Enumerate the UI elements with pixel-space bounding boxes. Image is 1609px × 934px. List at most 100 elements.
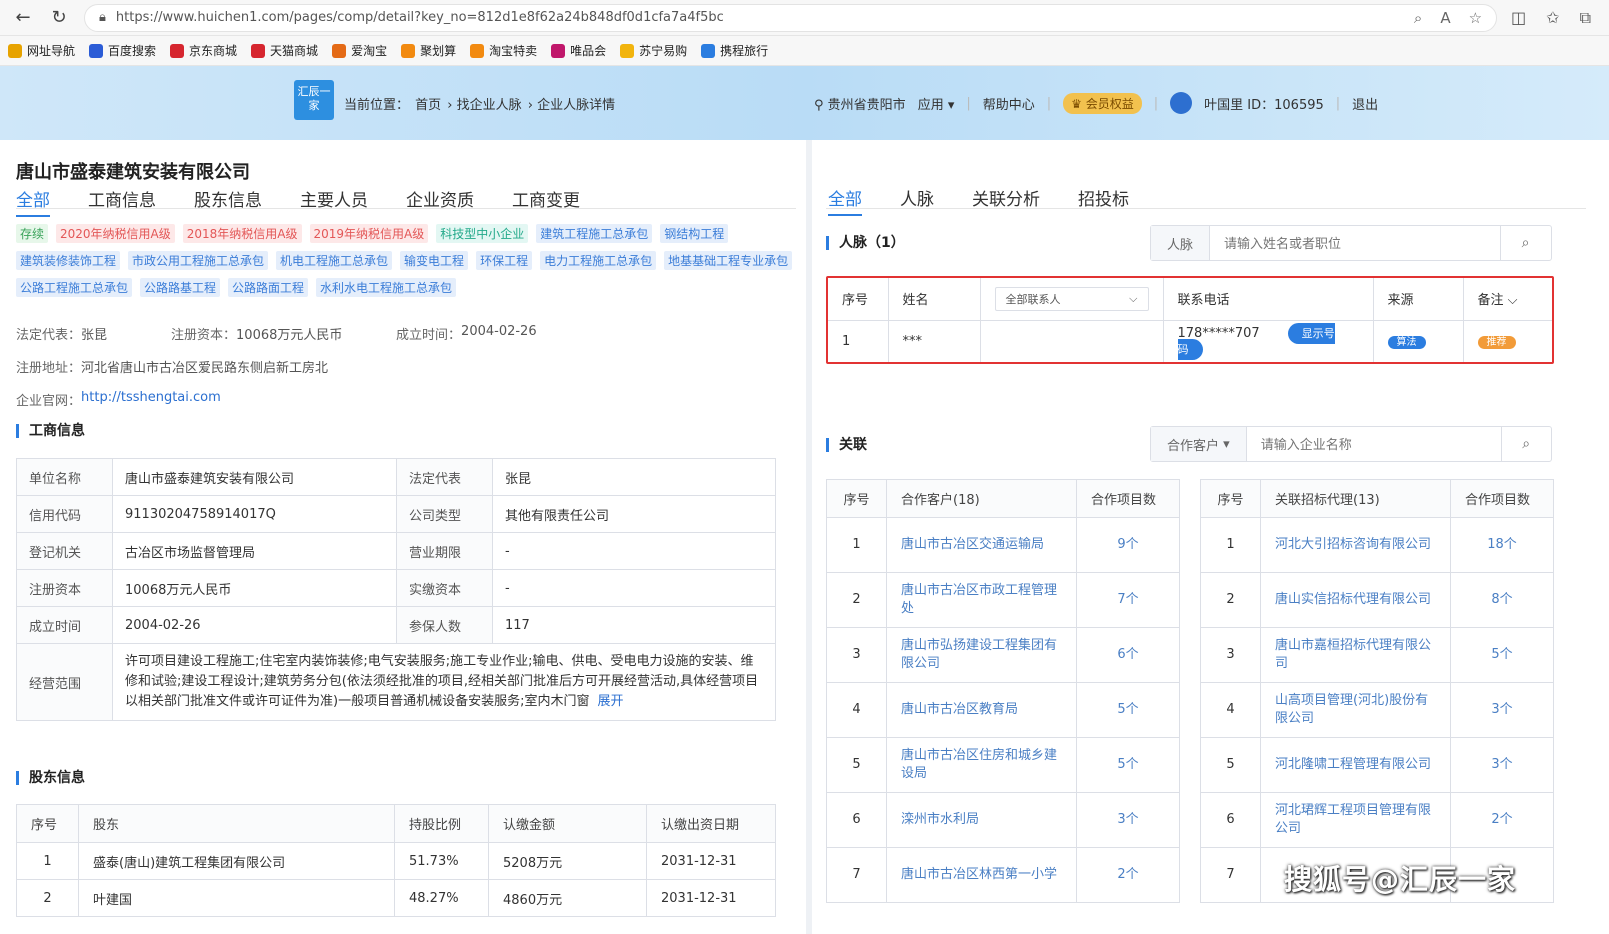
location-link[interactable]: ⚲ 贵州省贵阳市 (814, 94, 906, 113)
website-link[interactable]: http://tsshengtai.com (81, 390, 221, 409)
bookmark-item[interactable]: 聚划算 (401, 42, 456, 59)
company-tag[interactable]: 水利水电工程施工总承包 (316, 278, 457, 297)
company-tag[interactable]: 机电工程施工总承包 (276, 251, 393, 270)
url-text[interactable]: https://www.huichen1.com/pages/comp/deta… (116, 10, 1404, 25)
divider: | (966, 95, 971, 111)
crumb-home[interactable]: 首页 (415, 98, 441, 113)
field-label: 成立时间 (16, 606, 113, 644)
contact-filter-select[interactable]: 全部联系人 ⌵ (994, 286, 1149, 311)
split-screen-icon[interactable]: ◫ (1511, 8, 1526, 28)
company-tag[interactable]: 公路路基工程 (140, 278, 221, 297)
project-count[interactable]: 3个 (1450, 682, 1554, 738)
tab-company-4[interactable]: 企业资质 (406, 186, 474, 217)
related-company-link[interactable]: 唐山市弘扬建设工程集团有限公司 (886, 627, 1077, 683)
project-count[interactable]: 5个 (1450, 627, 1554, 683)
related-company-link[interactable]: 山高项目管理(河北)股份有限公司 (1260, 682, 1451, 738)
project-count[interactable]: 18个 (1450, 517, 1554, 573)
site-logo[interactable]: 汇辰一家 (294, 80, 334, 120)
tab-company-0[interactable]: 全部 (16, 186, 50, 217)
search-icon[interactable]: ⌕ (1500, 427, 1551, 461)
bookmark-item[interactable]: 携程旅行 (701, 42, 768, 59)
bookmark-item[interactable]: 爱淘宝 (332, 42, 387, 59)
company-tag[interactable]: 环保工程 (476, 251, 533, 270)
search-icon[interactable]: ⌕ (1500, 226, 1550, 260)
bookmark-item[interactable]: 网址导航 (8, 42, 75, 59)
related-company-link[interactable]: 河北隆啸工程管理有限公司 (1260, 737, 1451, 793)
company-tag[interactable]: 建筑工程施工总承包 (536, 224, 653, 243)
company-tag[interactable]: 2020年纳税信用A级 (56, 224, 175, 243)
tab-right-3[interactable]: 招投标 (1078, 185, 1129, 216)
tab-company-2[interactable]: 股东信息 (194, 186, 262, 217)
project-count[interactable]: 5个 (1076, 737, 1180, 793)
contacts-search-input[interactable] (1210, 226, 1501, 260)
bookmark-item[interactable]: 百度搜索 (89, 42, 156, 59)
project-count[interactable]: 2个 (1076, 847, 1180, 903)
crumb-find-contacts[interactable]: 找企业人脉 (457, 98, 522, 113)
column-header: 合作项目数 (1450, 479, 1554, 518)
avatar[interactable] (1170, 92, 1193, 114)
tab-company-1[interactable]: 工商信息 (88, 186, 156, 217)
tab-right-2[interactable]: 关联分析 (972, 185, 1040, 216)
refresh-icon[interactable]: ↻ (48, 7, 70, 29)
relations-search-type[interactable]: 合作客户 ▾ (1151, 427, 1247, 461)
collections-icon[interactable]: ⧉ (1580, 8, 1591, 28)
company-tag[interactable]: 公路路面工程 (228, 278, 309, 297)
help-center-link[interactable]: 帮助中心 (983, 94, 1035, 113)
bookmark-item[interactable]: 天猫商城 (251, 42, 318, 59)
company-tag[interactable]: 2018年纳税信用A级 (182, 224, 302, 243)
apps-menu[interactable]: 应用 ▾ (918, 94, 955, 113)
related-company-link[interactable]: 唐山市嘉桓招标代理有限公司 (1260, 627, 1451, 683)
related-company-link[interactable]: 唐山市古冶区住房和城乡建设局 (886, 737, 1077, 793)
zoom-icon[interactable]: ⌕ (1414, 9, 1422, 27)
favorite-star-icon[interactable]: ☆ (1469, 9, 1482, 27)
related-company-link[interactable]: 滦州市水利局 (886, 792, 1077, 848)
bookmark-item[interactable]: 淘宝特卖 (470, 42, 537, 59)
related-company-link[interactable]: 唐山市古冶区教育局 (886, 682, 1077, 738)
related-company-link[interactable]: 唐山市古冶区交通运输局 (886, 517, 1077, 573)
project-count[interactable]: 9个 (1076, 517, 1180, 573)
bookmark-item[interactable]: 苏宁易购 (620, 42, 687, 59)
related-company-link[interactable]: 河北大引招标咨询有限公司 (1260, 517, 1451, 573)
chevron-down-icon: ⌵ (1507, 293, 1518, 309)
project-count[interactable]: 8个 (1450, 572, 1554, 628)
company-tag[interactable]: 地基基础工程专业承包 (664, 251, 793, 270)
contacts-search-type[interactable]: 人脉 (1151, 226, 1211, 260)
company-tag[interactable]: 科技型中小企业 (436, 224, 529, 243)
table-cell[interactable]: 盛泰(唐山)建筑工程集团有限公司 (78, 842, 395, 880)
back-icon[interactable]: ← (12, 7, 34, 29)
table-cell[interactable]: 叶建国 (78, 879, 395, 917)
logout-link[interactable]: 退出 (1352, 94, 1378, 113)
related-company-link[interactable]: 唐山实信招标代理有限公司 (1260, 572, 1451, 628)
tab-right-0[interactable]: 全部 (828, 185, 862, 216)
company-tag[interactable]: 公路工程施工总承包 (16, 278, 133, 297)
relations-search-input[interactable] (1246, 427, 1501, 461)
project-count[interactable]: 3个 (1450, 737, 1554, 793)
expand-link[interactable]: 展开 (597, 694, 623, 709)
tab-right-1[interactable]: 人脉 (900, 185, 934, 216)
company-tag[interactable]: 输变电工程 (400, 251, 469, 270)
company-tag[interactable]: 存续 (16, 224, 49, 243)
address-bar[interactable]: 🔒︎ https://www.huichen1.com/pages/comp/d… (84, 3, 1498, 32)
company-tag[interactable]: 建筑装修装饰工程 (16, 251, 121, 270)
project-count[interactable]: 6个 (1076, 627, 1180, 683)
related-company-link[interactable]: 唐山市古冶区林西第一小学 (886, 847, 1077, 903)
favorites-icon[interactable]: ✩ (1546, 8, 1559, 28)
project-count[interactable]: 2个 (1450, 792, 1554, 848)
tab-company-5[interactable]: 工商变更 (512, 186, 580, 217)
project-count[interactable]: 3个 (1076, 792, 1180, 848)
company-tag[interactable]: 钢结构工程 (660, 224, 729, 243)
vip-benefits-button[interactable]: ♛ 会员权益 (1063, 92, 1142, 114)
project-count[interactable]: 7个 (1076, 572, 1180, 628)
related-company-link[interactable]: 河北珺辉工程项目管理有限公司 (1260, 792, 1451, 848)
company-tag[interactable]: 电力工程施工总承包 (540, 251, 657, 270)
company-tag[interactable]: 市政公用工程施工总承包 (128, 251, 269, 270)
col-note[interactable]: 备注 ⌵ (1463, 278, 1552, 321)
company-tag[interactable]: 2019年纳税信用A级 (309, 224, 429, 243)
project-count[interactable]: 5个 (1076, 682, 1180, 738)
bookmark-item[interactable]: 京东商城 (170, 42, 237, 59)
read-aloud-icon[interactable]: A (1440, 9, 1450, 27)
legal-rep-value[interactable]: 张昆 (81, 324, 171, 343)
related-company-link[interactable]: 唐山市古冶区市政工程管理处 (886, 572, 1077, 628)
tab-company-3[interactable]: 主要人员 (300, 186, 368, 217)
bookmark-item[interactable]: 唯品会 (551, 42, 606, 59)
